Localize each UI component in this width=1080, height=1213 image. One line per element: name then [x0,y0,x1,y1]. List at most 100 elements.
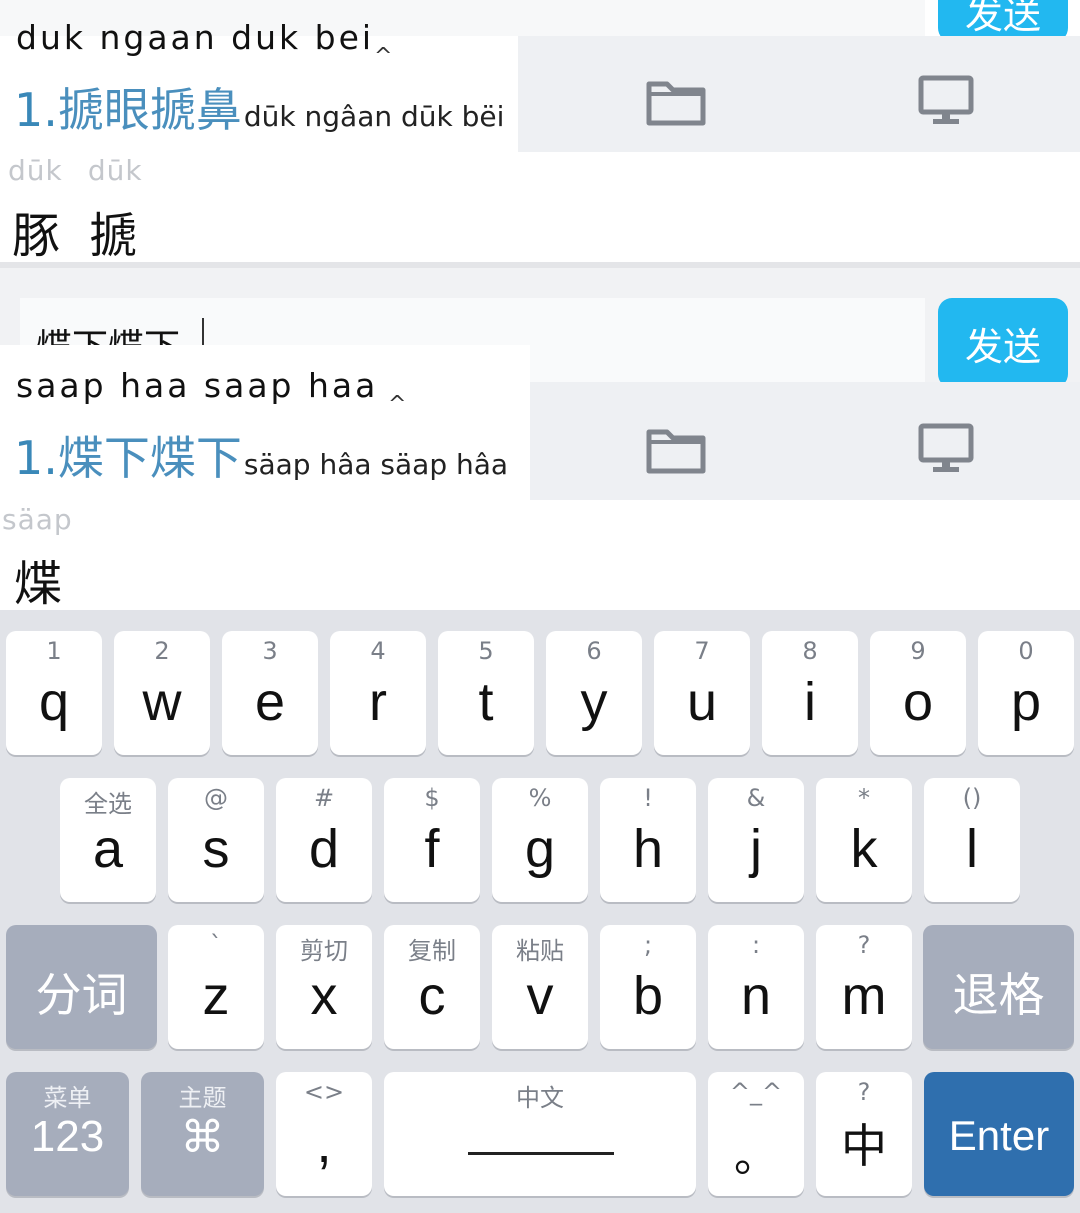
enter-key-label: Enter [948,1112,1050,1159]
key-primary-label: a [92,819,124,879]
tone-label: dūk [87,154,143,187]
key-p[interactable]: 0p [978,631,1074,755]
key-l[interactable]: () l [924,778,1020,902]
key-q[interactable]: 1q [6,631,102,755]
key-g[interactable]: % g [492,778,588,902]
key-t[interactable]: 5t [438,631,534,755]
key-u[interactable]: 7u [654,631,750,755]
key-secondary-label: ; [643,931,653,959]
key-primary-label: n [740,966,772,1026]
key-primary-label: q [38,672,70,732]
composition-text: duk ngaan duk bei [16,18,375,57]
candidate-1[interactable]: 1. 搋眼搋鼻 dūk ngâan dūk bëi [14,74,504,140]
key-i[interactable]: 8i [762,631,858,755]
key-secondary-label: 6 [586,637,602,665]
tone-row-1: dūk dūk [8,154,143,187]
space-key[interactable]: 中文 [384,1072,696,1196]
candidate-index: 1. [14,431,58,485]
numbers-key-label: 123 [30,1112,105,1161]
key-s[interactable]: @ s [168,778,264,902]
key-primary-label: w [142,672,182,732]
caret-marker: ^ [374,44,393,69]
key-secondary-label: 3 [262,637,278,665]
key-secondary-label: & [746,784,766,812]
key-secondary-label: 5 [478,637,494,665]
key-b[interactable]: ; b [600,925,696,1049]
send-button[interactable]: 发送 [938,298,1068,388]
monitor-icon[interactable] [918,423,974,475]
key-e[interactable]: 3e [222,631,318,755]
char-row-2: 煠 [14,544,62,614]
key-r[interactable]: 4r [330,631,426,755]
key-f[interactable]: $ f [384,778,480,902]
candidate-roman: dūk ngâan dūk bëi [243,100,505,133]
monitor-icon[interactable] [918,75,974,127]
candidate-1[interactable]: 1. 煠下煠下 säap hâa säap hâa [14,422,508,488]
period-key[interactable]: ^_^ 。 [708,1072,804,1196]
key-primary-label: l [966,819,978,879]
chinese-key[interactable]: ? 中 [816,1072,912,1196]
char-option[interactable]: 搋 [89,208,137,264]
folder-icon[interactable] [646,424,706,474]
char-option[interactable]: 豚 [12,208,60,264]
key-primary-label: x [310,966,338,1026]
key-primary-label: z [202,966,230,1026]
space-key-sub: 中文 [516,1084,564,1112]
key-k[interactable]: * k [816,778,912,902]
key-secondary-label: ` [210,931,222,959]
key-secondary-label: 复制 [408,937,456,965]
key-x[interactable]: 剪切 x [276,925,372,1049]
enter-key[interactable]: Enter [924,1072,1074,1196]
candidate-roman: säap hâa säap hâa [243,448,509,481]
key-h[interactable]: ! h [600,778,696,902]
period-key-sub: ^_^ [729,1078,783,1106]
key-z[interactable]: ` z [168,925,264,1049]
backspace-key-label: 退格 [952,969,1045,1021]
key-y[interactable]: 6y [546,631,642,755]
key-c[interactable]: 复制 c [384,925,480,1049]
key-secondary-label: @ [204,784,228,812]
comma-key[interactable]: <> , [276,1072,372,1196]
comma-key-label: , [316,1111,332,1174]
key-w[interactable]: 2w [114,631,210,755]
key-secondary-label: () [962,784,982,812]
space-bar-line [468,1152,614,1155]
key-secondary-label: * [858,784,870,812]
send-button-label: 发送 [964,324,1041,369]
key-secondary-label: ? [857,931,871,959]
key-primary-label: y [580,672,608,732]
segment-key-label: 分词 [35,969,128,1021]
action-row-1 [518,36,1080,152]
key-secondary-label: 0 [1018,637,1034,665]
folder-icon[interactable] [646,76,706,126]
key-primary-label: d [308,819,340,879]
key-d[interactable]: # d [276,778,372,902]
candidate-chars: 煠下煠下 [57,431,242,485]
key-primary-label: f [424,819,440,879]
key-v[interactable]: 粘贴 v [492,925,588,1049]
key-secondary-label: 9 [910,637,926,665]
key-primary-label: u [686,672,718,732]
chinese-key-label: 中 [841,1120,887,1172]
key-a[interactable]: 全选 a [60,778,156,902]
key-primary-label: b [632,966,664,1026]
tone-row-2: säap [2,503,73,536]
key-m[interactable]: ? m [816,925,912,1049]
char-option[interactable]: 煠 [14,556,62,612]
key-primary-label: t [478,672,494,732]
key-primary-label: s [202,819,230,879]
key-secondary-label: 全选 [84,790,132,818]
numbers-key[interactable]: 菜单 123 [6,1072,129,1196]
segment-key[interactable]: 分词 [6,925,157,1049]
key-j[interactable]: & j [708,778,804,902]
key-secondary-label: 粘贴 [516,937,564,965]
theme-key[interactable]: 主题 ⌘ [141,1072,264,1196]
backspace-key[interactable]: 退格 [923,925,1074,1049]
key-o[interactable]: 9o [870,631,966,755]
key-primary-label: m [841,966,887,1026]
key-secondary-label: $ [424,784,440,812]
key-secondary-label: 剪切 [300,937,348,965]
key-primary-label: o [902,672,934,732]
key-n[interactable]: :n [708,925,804,1049]
candidate-index: 1. [14,83,58,137]
